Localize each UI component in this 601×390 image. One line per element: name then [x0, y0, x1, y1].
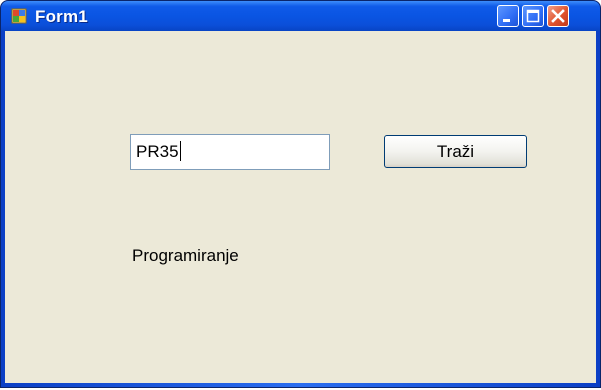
- form-client-area: [5, 31, 596, 383]
- minimize-icon: [503, 19, 510, 22]
- form-window: Form1 PR35 Traži Programiranje: [0, 0, 601, 388]
- maximize-icon: [526, 9, 540, 23]
- code-text-input[interactable]: PR35: [130, 134, 330, 170]
- code-text-value: PR35: [136, 142, 179, 161]
- search-button[interactable]: Traži: [384, 135, 527, 168]
- search-button-label: Traži: [436, 142, 475, 161]
- close-icon: [551, 9, 565, 23]
- window-title: Form1: [35, 7, 88, 26]
- text-caret: [179, 141, 181, 162]
- title-bar[interactable]: Form1: [1, 1, 600, 31]
- result-label: Programiranje: [132, 246, 239, 265]
- minimize-button[interactable]: [497, 5, 519, 27]
- form-app-icon: [11, 8, 27, 24]
- maximize-button[interactable]: [522, 5, 544, 27]
- close-button[interactable]: [547, 5, 569, 27]
